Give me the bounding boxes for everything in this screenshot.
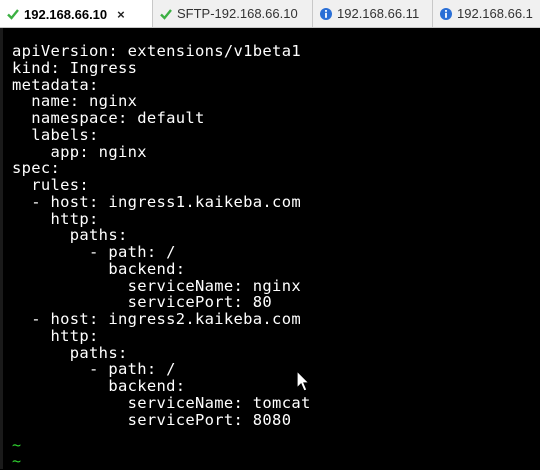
tab-192-168-66-1[interactable]: 192.168.66.1 <box>433 0 540 27</box>
tab-bar: 192.168.66.10 × SFTP-192.168.66.10 192.1… <box>0 0 540 28</box>
tab-sftp-192-168-66-10[interactable]: SFTP-192.168.66.10 <box>153 0 313 27</box>
terminal-text: apiVersion: extensions/v1beta1 kind: Ing… <box>12 42 311 429</box>
tab-192-168-66-11[interactable]: 192.168.66.11 <box>313 0 433 27</box>
terminal-edge <box>0 28 3 469</box>
info-icon <box>319 7 333 21</box>
tab-label: 192.168.66.11 <box>337 6 420 21</box>
tab-label: 192.168.66.10 <box>24 6 108 22</box>
mouse-pointer-icon <box>296 369 312 399</box>
check-icon <box>6 7 20 21</box>
check-icon <box>159 7 173 21</box>
tab-label: 192.168.66.1 <box>457 6 533 21</box>
tilde-line: ~ <box>12 452 22 470</box>
terminal-area[interactable]: apiVersion: extensions/v1beta1 kind: Ing… <box>0 28 540 470</box>
tab-label: SFTP-192.168.66.10 <box>177 6 298 21</box>
tab-192-168-66-10[interactable]: 192.168.66.10 × <box>0 0 153 27</box>
info-icon <box>439 7 453 21</box>
close-icon[interactable]: × <box>117 7 125 22</box>
